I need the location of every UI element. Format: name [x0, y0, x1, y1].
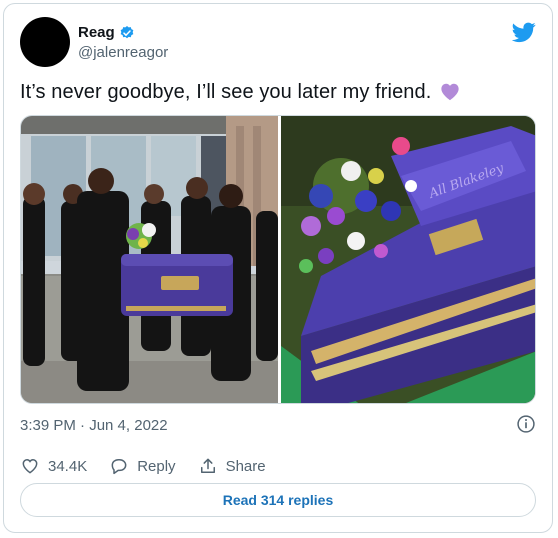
reply-button[interactable]: Reply: [109, 456, 176, 476]
reply-label: Reply: [137, 457, 176, 475]
share-button[interactable]: Share: [198, 456, 266, 476]
tweet-actions: 34.4K Reply Share: [20, 456, 288, 476]
photo-casket-flowers[interactable]: All Blakeley: [281, 116, 535, 403]
reply-bubble-icon: [111, 459, 127, 475]
tweet-card: Reag @jalenreagor It’s never goodbye, I’…: [3, 3, 553, 533]
like-button[interactable]: 34.4K: [20, 456, 87, 476]
avatar[interactable]: [20, 17, 70, 67]
share-label: Share: [225, 457, 266, 475]
photo-pallbearers[interactable]: [21, 116, 278, 403]
tweet-text: It’s never goodbye, I’ll see you later m…: [20, 81, 461, 104]
heart-outline-icon: [22, 458, 38, 474]
verified-badge-icon: [120, 25, 134, 38]
read-replies-button[interactable]: Read 314 replies: [20, 483, 536, 517]
info-icon[interactable]: [516, 414, 536, 434]
author-name-row: Reag: [78, 24, 135, 41]
casket-flowers-illustration: All Blakeley: [281, 116, 535, 403]
twitter-bird-icon[interactable]: [512, 20, 536, 44]
like-count: 34.4K: [48, 457, 88, 475]
author-name[interactable]: Reag: [78, 24, 115, 41]
purple-heart-icon: [441, 83, 459, 101]
author-handle[interactable]: @jalenreagor: [78, 44, 168, 61]
tweet-timestamp[interactable]: 3:39 PM · Jun 4, 2022: [20, 417, 168, 434]
share-upload-icon: [200, 458, 215, 473]
pallbearers-illustration: [21, 116, 278, 403]
tweet-media[interactable]: All Blakeley: [20, 115, 536, 404]
tweet-text-body: It’s never goodbye, I’ll see you later m…: [20, 81, 432, 103]
